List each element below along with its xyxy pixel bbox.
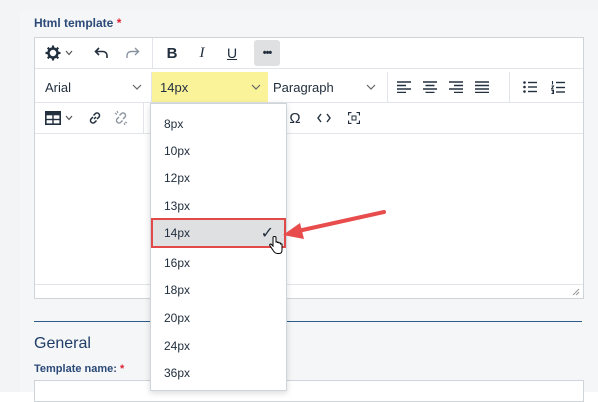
settings-menu-button[interactable] [41,40,77,66]
font-size-option-8px[interactable]: 8px [153,110,284,137]
chevron-down-icon [366,84,376,90]
fullscreen-button[interactable] [343,105,365,131]
html-editor[interactable]: B I U ••• Arial 14px Paragraph Ω [34,37,584,299]
font-size-dropdown: 8px 10px 12px 13px 14px ✓ 16px 18px 20px… [150,103,287,391]
font-size-option-18px[interactable]: 18px [153,276,284,303]
redo-button[interactable] [119,40,145,66]
bullet-list-button[interactable] [519,74,541,100]
chevron-down-icon [132,84,142,90]
table-menu-button[interactable] [41,105,77,131]
link-icon [89,112,101,124]
font-size-select[interactable]: 14px [152,72,268,102]
unlink-button[interactable] [109,105,133,131]
align-right-button[interactable] [445,74,467,100]
block-format-value: Paragraph [273,79,334,95]
editor-statusbar [35,284,583,299]
more-options-button[interactable]: ••• [254,40,280,66]
source-code-button[interactable] [313,105,335,131]
toolbar-row-2: Arial 14px Paragraph [35,72,583,103]
insert-link-button[interactable] [83,105,107,131]
toolbar-separator [509,72,510,102]
bullet-list-icon [523,81,537,93]
required-mark: * [120,363,125,375]
template-name-input[interactable] [34,380,584,402]
align-center-button[interactable] [419,74,441,100]
chevron-down-icon [65,115,72,121]
align-justify-button[interactable] [471,74,493,100]
chevron-down-icon [251,84,261,90]
italic-button[interactable]: I [189,40,215,66]
font-family-value: Arial [45,79,72,95]
red-arrow-annotation [283,210,386,239]
unlink-icon [114,110,128,126]
toolbar-row-3: Ω [35,103,583,134]
align-center-icon [423,81,437,93]
font-size-value: 14px [160,79,189,95]
underline-button[interactable]: U [219,40,245,66]
omega-icon: Ω [289,109,301,127]
align-right-icon [449,81,463,93]
undo-icon [94,47,108,58]
redo-icon [126,47,140,58]
align-left-icon [397,81,411,93]
font-size-option-16px[interactable]: 16px [153,249,284,276]
font-size-option-24px[interactable]: 24px [153,332,284,359]
font-size-option-12px[interactable]: 12px [153,164,284,191]
font-size-option-13px[interactable]: 13px [153,192,284,219]
code-icon [317,113,331,123]
font-size-option-20px[interactable]: 20px [153,304,284,331]
toolbar-separator [387,72,388,102]
general-section-title: General [34,335,91,352]
align-left-button[interactable] [393,74,415,100]
align-justify-icon [475,81,489,93]
toolbar-separator [143,103,144,133]
fullscreen-icon [348,112,360,124]
section-divider [34,321,582,322]
font-size-option-14px[interactable]: 14px ✓ [151,218,286,248]
toolbar-separator [152,38,153,68]
numbered-list-icon [551,80,565,94]
block-format-select[interactable]: Paragraph [271,74,383,100]
special-character-button[interactable]: Ω [287,105,303,131]
template-name-label: Template name: * [34,363,125,375]
chevron-down-icon [65,50,72,56]
undo-button[interactable] [89,40,115,66]
table-icon [44,111,61,125]
required-mark: * [116,16,122,30]
font-size-option-36px[interactable]: 36px [153,359,284,386]
toolbar-row-1: B I U ••• [35,38,583,69]
bold-button[interactable]: B [159,40,185,66]
gear-icon [45,45,60,61]
html-template-label: Html template * [34,16,122,30]
font-size-option-10px[interactable]: 10px [153,137,284,164]
font-family-select[interactable]: Arial [41,74,149,100]
resize-handle-icon[interactable] [571,287,580,296]
numbered-list-button[interactable] [547,74,569,100]
